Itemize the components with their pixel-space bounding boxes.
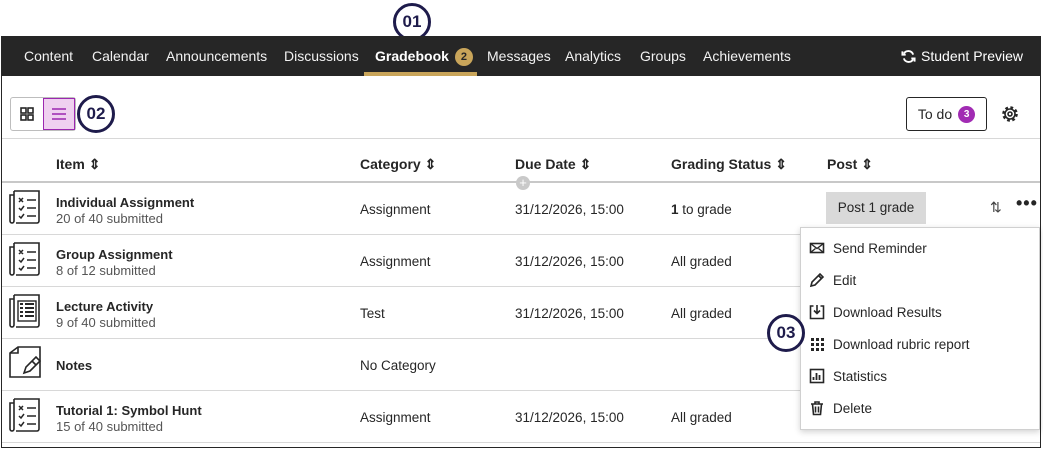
sort-icon: ⇕ [579, 156, 592, 172]
nav-messages[interactable]: Messages [487, 36, 551, 76]
active-tab-indicator [364, 72, 477, 76]
header-category[interactable]: Category ⇕ [360, 156, 436, 173]
student-preview-label: Student Preview [921, 48, 1023, 64]
nav-calendar[interactable]: Calendar [92, 36, 149, 76]
item-grading-status: All graded [671, 306, 732, 321]
header-grading-status-label: Grading Status [671, 156, 772, 172]
menu-item-label: Statistics [833, 368, 888, 384]
menu-download-rubric-report[interactable]: Download rubric report [801, 328, 1039, 360]
menu-download-results[interactable]: Download Results [801, 296, 1039, 328]
callout-03: 03 [767, 314, 805, 352]
course-navbar: Content Calendar Announcements Discussio… [1, 36, 1041, 76]
header-due-date[interactable]: Due Date ⇕ [515, 156, 591, 173]
to-grade-label: to grade [678, 202, 732, 217]
nav-groups[interactable]: Groups [640, 36, 686, 76]
gradebook-count-badge: 2 [454, 48, 473, 67]
menu-send-reminder[interactable]: Send Reminder [801, 232, 1039, 264]
menu-item-label: Send Reminder [833, 240, 927, 256]
header-post[interactable]: Post ⇕ [827, 156, 873, 173]
item-category: No Category [360, 358, 436, 373]
item-title[interactable]: Tutorial 1: Symbol Hunt [56, 403, 202, 418]
item-category: Assignment [360, 410, 431, 425]
rubric-icon [811, 338, 824, 351]
item-due-date: 31/12/2026, 15:00 [515, 410, 624, 425]
post-grade-button[interactable]: Post 1 grade [826, 192, 926, 224]
checklist-icon [9, 398, 40, 432]
menu-statistics[interactable]: Statistics [801, 360, 1039, 392]
item-grading-status: All graded [671, 254, 732, 269]
nav-content[interactable]: Content [24, 36, 73, 76]
more-options-icon[interactable]: ••• [1016, 193, 1038, 214]
nav-gradebook[interactable]: Gradebook 2 [375, 36, 473, 76]
item-options-menu: Send Reminder Edit Download Results Down… [800, 227, 1040, 430]
statistics-icon [809, 368, 825, 384]
nav-analytics[interactable]: Analytics [565, 36, 621, 76]
list-icon [52, 108, 66, 120]
sort-icon: ⇕ [861, 156, 873, 172]
todo-button[interactable]: To do 3 [906, 97, 987, 131]
item-grading-status: All graded [671, 410, 732, 425]
header-item-label: Item [56, 156, 85, 172]
reorder-icon[interactable]: ⇅ [990, 199, 1002, 216]
notes-icon [9, 346, 42, 378]
refresh-icon [901, 49, 916, 63]
item-title[interactable]: Lecture Activity [56, 299, 153, 314]
pencil-icon [809, 272, 825, 288]
download-icon [809, 305, 825, 320]
header-post-label: Post [827, 156, 858, 172]
item-category: Test [360, 306, 385, 321]
todo-count-badge: 3 [958, 105, 976, 123]
item-submissions: 9 of 40 submitted [56, 315, 156, 330]
student-preview-button[interactable]: Student Preview [901, 36, 1023, 76]
grid-icon [20, 107, 34, 121]
header-item[interactable]: Item ⇕ [56, 156, 100, 173]
item-due-date: 31/12/2026, 15:00 [515, 202, 624, 217]
sort-icon: ⇕ [424, 156, 437, 172]
checklist-icon [9, 190, 40, 224]
envelope-icon [809, 242, 825, 254]
header-grading-status[interactable]: Grading Status ⇕ [671, 156, 787, 173]
menu-item-label: Download Results [833, 304, 942, 320]
menu-item-label: Delete [833, 400, 873, 416]
todo-label: To do [917, 106, 953, 122]
item-category: Assignment [360, 254, 431, 269]
menu-edit[interactable]: Edit [801, 264, 1039, 296]
item-submissions: 20 of 40 submitted [56, 211, 163, 226]
list-view-button[interactable] [43, 98, 75, 130]
gear-icon[interactable] [1000, 104, 1020, 124]
item-category: Assignment [360, 202, 431, 217]
item-submissions: 8 of 12 submitted [56, 263, 156, 278]
view-toggle [10, 97, 76, 131]
menu-delete[interactable]: Delete [801, 392, 1039, 424]
sort-icon: ⇕ [88, 156, 101, 172]
menu-item-label: Edit [833, 272, 857, 288]
grid-view-button[interactable] [11, 98, 43, 130]
to-grade-count: 1 [671, 202, 679, 217]
menu-item-label: Download rubric report [833, 336, 970, 352]
test-icon [9, 294, 40, 328]
item-title[interactable]: Group Assignment [56, 247, 173, 262]
item-due-date: 31/12/2026, 15:00 [515, 254, 624, 269]
trash-icon [811, 401, 823, 416]
nav-announcements[interactable]: Announcements [166, 36, 267, 76]
item-due-date: 31/12/2026, 15:00 [515, 306, 624, 321]
checklist-icon [9, 242, 40, 276]
item-title[interactable]: Individual Assignment [56, 195, 194, 210]
callout-02: 02 [77, 95, 115, 133]
header-due-date-label: Due Date [515, 156, 576, 172]
nav-achievements[interactable]: Achievements [703, 36, 791, 76]
toolbar-divider [2, 138, 1040, 139]
nav-discussions[interactable]: Discussions [284, 36, 359, 76]
sort-icon: ⇕ [775, 156, 787, 172]
header-category-label: Category [360, 156, 421, 172]
nav-gradebook-label: Gradebook [375, 48, 449, 64]
item-title[interactable]: Notes [56, 358, 92, 373]
item-submissions: 15 of 40 submitted [56, 419, 163, 434]
item-grading-status[interactable]: 1 to grade [671, 202, 732, 217]
